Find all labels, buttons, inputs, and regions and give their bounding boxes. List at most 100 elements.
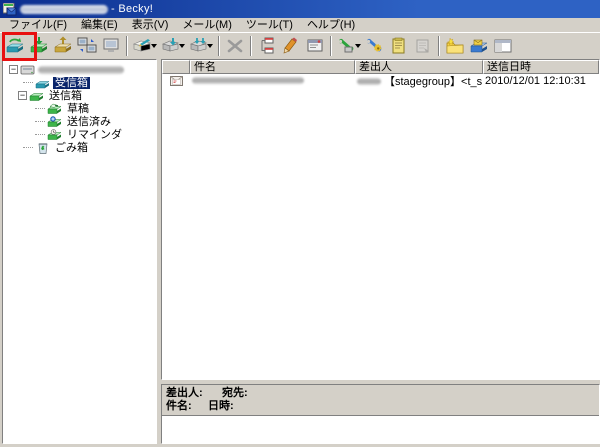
preview-to-label: 宛先: [222, 387, 248, 400]
sent-icon [47, 116, 63, 128]
send-mail-button[interactable] [51, 34, 75, 58]
draft-icon [47, 103, 63, 115]
mailbox-tree-button[interactable] [255, 34, 279, 58]
compose-dropdown-caret[interactable] [151, 44, 157, 48]
reply-icon [160, 36, 180, 55]
tree-account-row[interactable] [3, 63, 156, 76]
tree-item-draft-label[interactable]: 草稿 [65, 103, 91, 115]
mailbox-tree-icon [258, 37, 276, 55]
tree-item-reminder-label[interactable]: リマインダ [65, 129, 124, 141]
forward-button[interactable] [187, 34, 209, 58]
toolbar-separator [438, 36, 440, 56]
filtering-button[interactable] [335, 34, 357, 58]
menu-bar: ファイル(F) 編集(E) 表示(V) メール(M) ツール(T) ヘルプ(H) [0, 18, 600, 32]
message-row[interactable]: 【stagegroup】<t_s.. 2010/12/01 12:10:31 [162, 74, 599, 88]
template-button[interactable] [411, 34, 435, 58]
menu-file[interactable]: ファイル(F) [2, 19, 74, 32]
memo-pad-icon [391, 37, 407, 55]
compose-button[interactable] [131, 34, 153, 58]
tree-connector [23, 82, 33, 83]
toolbar-separator [218, 36, 220, 56]
reminder-icon [47, 129, 63, 141]
tree-item-reminder[interactable]: リマインダ [3, 128, 156, 141]
forward-icon [188, 36, 208, 55]
preview-panel: 差出人:宛先: 件名:日時: [161, 384, 600, 444]
column-header-date[interactable]: 送信日時 [483, 60, 599, 74]
tree-connector [35, 108, 45, 109]
tree-item-inbox[interactable]: 受信箱 [3, 76, 156, 89]
memo-pad-button[interactable] [387, 34, 411, 58]
menu-edit[interactable]: 編集(E) [74, 19, 125, 32]
preview-subject-label: 件名: [166, 400, 208, 413]
tree-item-trash-label[interactable]: ごみ箱 [53, 142, 90, 154]
preview-body[interactable] [162, 416, 599, 443]
filtering-dropdown-caret[interactable] [355, 44, 361, 48]
send-mail-icon [53, 36, 73, 55]
becky-mail-window: { "window": { "title": "- Becky!", "titl… [0, 0, 600, 447]
delete-button[interactable] [223, 34, 247, 58]
check-mail-button[interactable] [3, 34, 27, 58]
message-icon-cell [162, 76, 190, 86]
remote-transfer-icon [77, 36, 97, 55]
properties-button[interactable] [303, 34, 327, 58]
sender-name-redacted [357, 78, 381, 85]
filtering-icon [336, 37, 356, 55]
subject-redacted [192, 77, 304, 84]
receive-mail-button[interactable] [27, 34, 51, 58]
message-subject-cell [190, 75, 355, 87]
message-list-panel: 件名 差出人 送信日時 【stagegroup】<t_s.. 2010/12/0… [161, 59, 600, 380]
column-header-sender[interactable]: 差出人 [355, 60, 483, 74]
preview-header-line1: 差出人:宛先: [166, 387, 599, 400]
remote-transfer-button[interactable] [75, 34, 99, 58]
mailbox-computer-icon [20, 64, 36, 76]
collapse-expander-icon[interactable] [9, 65, 18, 74]
edit-pencil-button[interactable] [279, 34, 303, 58]
tree-item-inbox-label[interactable]: 受信箱 [53, 77, 90, 89]
delete-icon [226, 38, 244, 54]
properties-icon [306, 37, 324, 54]
toolbar-separator [250, 36, 252, 56]
new-folder-icon [445, 37, 465, 55]
toolbar [0, 32, 600, 59]
preview-date-label: 日時: [208, 400, 234, 413]
tree-item-trash[interactable]: ごみ箱 [3, 141, 156, 154]
pane-layout-icon [493, 38, 513, 54]
toolbar-separator [330, 36, 332, 56]
plugin-wrench-button[interactable] [363, 34, 387, 58]
message-list-header: 件名 差出人 送信日時 [162, 60, 599, 74]
menu-tools[interactable]: ツール(T) [239, 19, 300, 32]
preview-header-line2: 件名:日時: [166, 400, 599, 413]
account-name-redacted [38, 66, 124, 74]
menu-mail[interactable]: メール(M) [175, 19, 239, 32]
mail-envelope-icon [170, 76, 183, 86]
becky-app-icon [3, 3, 17, 16]
tree-item-sent-label[interactable]: 送信済み [65, 116, 113, 128]
reply-button[interactable] [159, 34, 181, 58]
preview-header: 差出人:宛先: 件名:日時: [162, 385, 599, 416]
tree-connector [35, 121, 45, 122]
outbox-icon [29, 90, 45, 102]
template-icon [414, 37, 432, 55]
tree-item-draft[interactable]: 草稿 [3, 102, 156, 115]
tree-item-outbox-label[interactable]: 送信箱 [47, 90, 84, 102]
reply-dropdown-caret[interactable] [179, 44, 185, 48]
compose-icon [132, 36, 152, 55]
collapse-expander-icon[interactable] [18, 91, 27, 100]
open-mailbox-button[interactable] [467, 34, 491, 58]
preview-from-label: 差出人: [166, 387, 222, 400]
new-folder-button[interactable] [443, 34, 467, 58]
pane-layout-button[interactable] [491, 34, 515, 58]
forward-dropdown-caret[interactable] [207, 44, 213, 48]
message-date-cell: 2010/12/01 12:10:31 [483, 75, 599, 87]
column-header-subject[interactable]: 件名 [190, 60, 355, 74]
edit-pencil-icon [283, 37, 299, 55]
remote-pc-button[interactable] [99, 34, 123, 58]
menu-view[interactable]: 表示(V) [125, 19, 176, 32]
tree-item-sent[interactable]: 送信済み [3, 115, 156, 128]
column-header-icon[interactable] [162, 60, 190, 74]
tree-item-outbox[interactable]: 送信箱 [3, 89, 156, 102]
menu-help[interactable]: ヘルプ(H) [300, 19, 362, 32]
title-bar[interactable]: - Becky! [0, 0, 600, 18]
tree-connector [35, 134, 45, 135]
tree-connector [23, 147, 33, 148]
